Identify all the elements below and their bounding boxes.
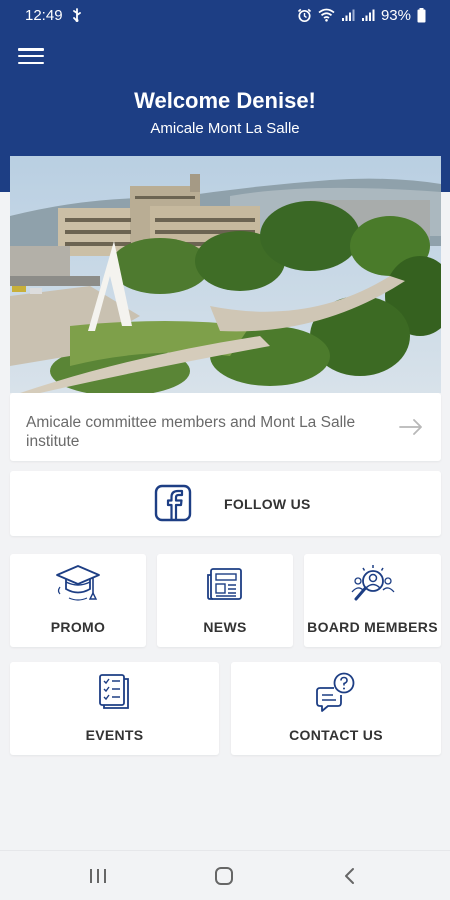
hero-caption: Amicale committee members and Mont La Sa…: [26, 414, 356, 450]
wifi-icon: [318, 8, 335, 22]
promo-tile[interactable]: PROMO: [10, 554, 146, 647]
battery-icon: [417, 7, 426, 23]
board-members-tile[interactable]: BOARD MEMBERS: [304, 554, 441, 647]
system-nav-bar: [0, 850, 450, 900]
home-icon[interactable]: [209, 863, 239, 889]
checklist-icon: [95, 671, 135, 716]
back-icon[interactable]: [335, 863, 365, 889]
welcome-subtitle: Amicale Mont La Salle: [150, 120, 300, 137]
hero-caption-card[interactable]: Amicale committee members and Mont La Sa…: [10, 393, 441, 461]
alarm-icon: [297, 8, 312, 23]
facebook-icon: [154, 484, 192, 527]
battery-percent: 93%: [380, 6, 411, 24]
events-label: EVENTS: [85, 727, 144, 743]
events-tile[interactable]: EVENTS: [10, 662, 219, 755]
board-members-icon: [349, 563, 397, 614]
follow-us-label: FOLLOW US: [224, 496, 311, 512]
contact-us-label: CONTACT US: [289, 727, 383, 743]
welcome-title: Welcome Denise!: [134, 88, 316, 113]
chat-question-icon: [314, 671, 358, 718]
board-members-label: BOARD MEMBERS: [307, 619, 438, 635]
usb-icon: [71, 8, 83, 22]
contact-us-tile[interactable]: CONTACT US: [231, 662, 441, 755]
status-time: 12:49: [25, 6, 63, 24]
hero-image: [10, 156, 441, 393]
arrow-right-icon: [399, 419, 423, 440]
news-tile[interactable]: NEWS: [157, 554, 293, 647]
promo-label: PROMO: [50, 619, 106, 635]
hamburger-menu-icon[interactable]: [18, 45, 44, 67]
news-label: NEWS: [203, 619, 247, 635]
recents-icon[interactable]: [83, 863, 113, 889]
newspaper-icon: [205, 563, 245, 608]
signal-icon: [341, 8, 355, 22]
signal-icon: [361, 8, 375, 22]
status-bar: 12:49 93%: [0, 0, 450, 30]
graduation-cap-icon: [55, 563, 101, 612]
follow-us-button[interactable]: FOLLOW US: [10, 471, 441, 536]
